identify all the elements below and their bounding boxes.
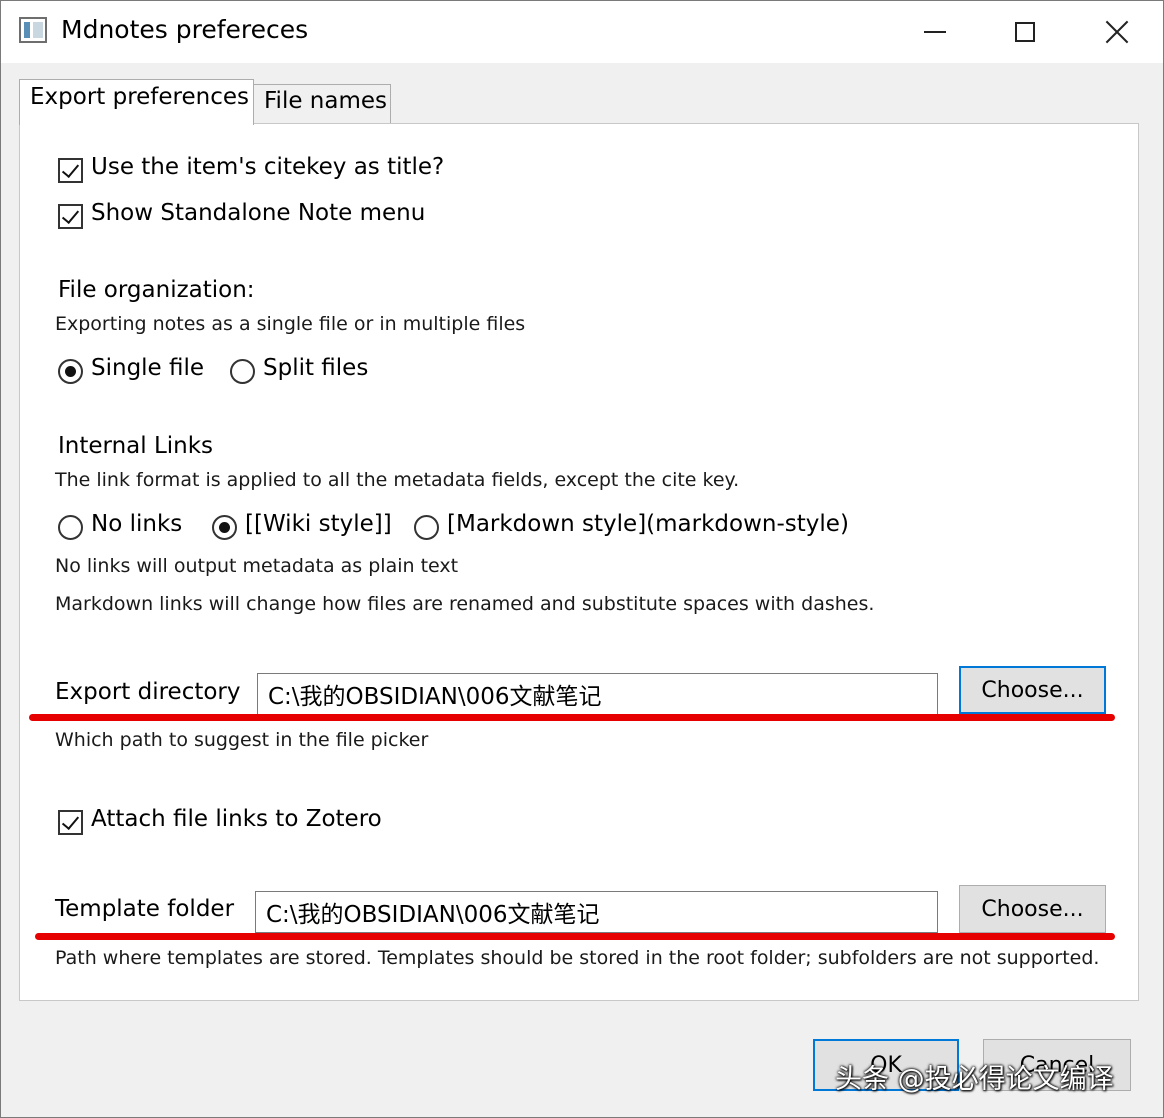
close-button[interactable]	[1071, 1, 1163, 63]
red-annotation-underline	[35, 933, 1115, 940]
no-links-note: No links will output metadata as plain t…	[55, 555, 459, 577]
attach-links-label: Attach file links to Zotero	[91, 806, 382, 832]
no-links-label: No links	[91, 511, 183, 537]
tab-export-preferences[interactable]: Export preferences	[19, 79, 254, 125]
wiki-style-label: [[Wiki style]]	[245, 511, 392, 537]
maximize-button[interactable]	[979, 1, 1071, 63]
file-organization-description: Exporting notes as a single file or in m…	[55, 313, 526, 335]
citekey-title-label: Use the item's citekey as title?	[91, 154, 445, 180]
standalone-menu-checkbox[interactable]	[58, 204, 83, 229]
preferences-window: Mdnotes prefereces Export preferences Fi…	[0, 0, 1164, 1118]
export-directory-label: Export directory	[55, 679, 241, 705]
maximize-icon	[1015, 22, 1035, 42]
app-icon	[19, 17, 47, 43]
close-icon	[1105, 20, 1129, 44]
radio-selected-icon	[219, 522, 230, 533]
tab-file-names[interactable]: File names	[253, 84, 391, 124]
checkmark-icon	[61, 159, 80, 179]
wiki-style-radio[interactable]	[212, 515, 237, 540]
watermark-text: 头条 @投必得论文编译	[835, 1064, 1114, 1095]
standalone-menu-label: Show Standalone Note menu	[91, 200, 426, 226]
export-directory-hint: Which path to suggest in the file picker	[55, 729, 429, 751]
template-folder-choose-button[interactable]: Choose...	[959, 885, 1106, 933]
internal-links-description: The link format is applied to all the me…	[55, 469, 740, 491]
markdown-style-radio[interactable]	[414, 515, 439, 540]
template-folder-label: Template folder	[55, 896, 235, 922]
markdown-style-label: [Markdown style](markdown-style)	[447, 511, 849, 537]
single-file-label: Single file	[91, 355, 205, 381]
checkmark-icon	[61, 811, 80, 831]
no-links-radio[interactable]	[58, 515, 83, 540]
export-directory-choose-button[interactable]: Choose...	[959, 666, 1106, 714]
markdown-links-note: Markdown links will change how files are…	[55, 593, 875, 615]
export-directory-input[interactable]: C:\我的OBSIDIAN\006文献笔记	[257, 673, 938, 715]
attach-links-checkbox[interactable]	[58, 810, 83, 835]
red-annotation-underline	[29, 714, 1115, 721]
checkmark-icon	[61, 205, 80, 225]
split-files-label: Split files	[263, 355, 369, 381]
internal-links-heading: Internal Links	[58, 433, 214, 459]
radio-selected-icon	[65, 366, 76, 377]
template-folder-hint: Path where templates are stored. Templat…	[55, 947, 1100, 969]
title-bar: Mdnotes prefereces	[1, 1, 1163, 63]
minimize-icon	[924, 31, 946, 33]
file-organization-heading: File organization:	[58, 277, 255, 303]
split-files-radio[interactable]	[230, 359, 255, 384]
window-title: Mdnotes prefereces	[61, 15, 309, 44]
minimize-button[interactable]	[889, 1, 981, 63]
single-file-radio[interactable]	[58, 359, 83, 384]
template-folder-input[interactable]: C:\我的OBSIDIAN\006文献笔记	[255, 891, 938, 933]
citekey-title-checkbox[interactable]	[58, 158, 83, 183]
